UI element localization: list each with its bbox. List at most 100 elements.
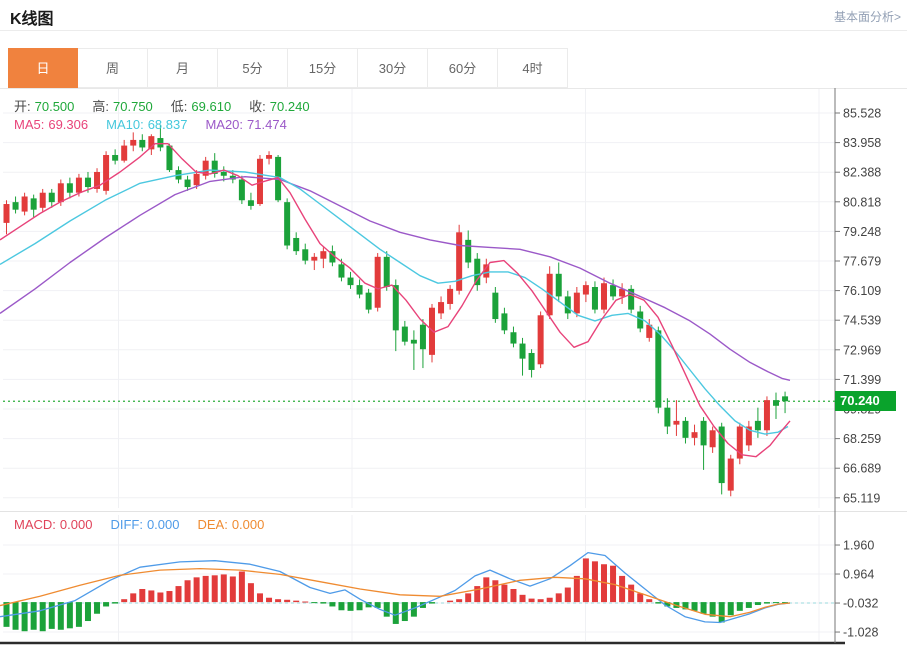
macd-bar xyxy=(483,577,489,602)
axis-tick-label: 66.689 xyxy=(843,462,881,476)
macd-bar xyxy=(266,598,272,602)
macd-bar xyxy=(185,580,191,602)
candle-body xyxy=(103,155,109,191)
macd-legend: MACD:0.000DIFF:0.000DEA:0.000 xyxy=(14,517,282,532)
candle-body xyxy=(375,257,381,308)
candle-body xyxy=(402,327,408,342)
macd-bar xyxy=(76,602,82,627)
macd-bar xyxy=(22,602,28,631)
legend-item: MACD:0.000 xyxy=(14,517,96,532)
macd-bar xyxy=(501,585,507,602)
macd-bar xyxy=(40,602,46,631)
macd-bar xyxy=(646,599,652,602)
macd-bar xyxy=(94,602,100,614)
candle-body xyxy=(130,140,136,146)
candle-body xyxy=(239,180,245,201)
macd-bar xyxy=(58,602,64,630)
macd-bar xyxy=(384,602,390,617)
axis-tick-label: -0.032 xyxy=(843,597,878,611)
axis-tick-label: 83.958 xyxy=(843,136,881,150)
candle-body xyxy=(293,238,299,251)
macd-bar xyxy=(130,593,136,602)
macd-bar xyxy=(257,593,263,602)
candle-body xyxy=(112,155,118,161)
macd-bar xyxy=(139,589,145,602)
macd-bar xyxy=(728,602,734,615)
candle-body xyxy=(85,178,91,187)
axis-tick-label: 1.960 xyxy=(843,539,874,553)
candle-body xyxy=(501,313,507,330)
legend-item: 低:69.610 xyxy=(171,99,235,114)
candle-body xyxy=(311,257,317,261)
macd-bar xyxy=(329,602,335,606)
candle-body xyxy=(58,183,64,202)
candle-body xyxy=(601,283,607,309)
candle-body xyxy=(420,325,426,350)
macd-bar xyxy=(447,601,453,602)
macd-bar xyxy=(538,599,544,602)
candle-body xyxy=(266,155,272,159)
macd-bar xyxy=(547,598,553,602)
candle-body xyxy=(682,421,688,438)
macd-bar xyxy=(719,602,725,622)
axis-tick-label: -1.028 xyxy=(843,626,878,640)
axis-tick-label: 79.248 xyxy=(843,225,881,239)
ohlc-legend: 开:70.500高:70.750低:69.610收:70.240 xyxy=(14,96,328,115)
candle-body xyxy=(357,285,363,294)
candle-body xyxy=(456,232,462,290)
candle-body xyxy=(302,249,308,260)
legend-item: 开:70.500 xyxy=(14,99,78,114)
candle-body xyxy=(76,178,82,193)
macd-bar xyxy=(628,585,634,602)
legend-item: DEA:0.000 xyxy=(197,517,268,532)
candle-body xyxy=(139,140,145,148)
axis-tick-label: 71.399 xyxy=(843,373,881,387)
macd-bar xyxy=(239,572,245,603)
macd-bar xyxy=(203,576,209,602)
macd-bar xyxy=(293,601,299,602)
candle-body xyxy=(556,274,562,297)
axis-tick-label: 0.964 xyxy=(843,568,874,582)
macd-bar xyxy=(755,602,761,605)
macd-bar xyxy=(465,593,471,602)
candle-body xyxy=(13,202,19,210)
candle-body xyxy=(157,138,163,147)
candle-body xyxy=(782,396,788,401)
macd-bar xyxy=(764,602,770,603)
legend-item: 高:70.750 xyxy=(92,99,156,114)
macd-bar xyxy=(212,575,218,602)
candle-body xyxy=(411,340,417,344)
macd-bar xyxy=(338,602,344,610)
macd-bar xyxy=(456,599,462,602)
candle-body xyxy=(664,408,670,427)
macd-bar xyxy=(112,602,118,603)
macd-bar xyxy=(556,593,562,602)
macd-bar xyxy=(194,577,200,602)
macd-bar xyxy=(429,602,435,603)
candle-body xyxy=(284,202,290,245)
macd-bar xyxy=(737,602,743,611)
candle-body xyxy=(728,459,734,491)
legend-item: MA20:71.474 xyxy=(205,117,290,132)
ma-legend: MA5:69.306MA10:68.837MA20:71.474 xyxy=(14,117,305,132)
candle-body xyxy=(574,293,580,314)
last-price-tag: 70.240 xyxy=(835,391,896,411)
macd-bar xyxy=(746,602,752,608)
candle-body xyxy=(710,430,716,447)
axis-tick-label: 85.528 xyxy=(843,107,881,121)
candle-body xyxy=(510,332,516,343)
macd-bar xyxy=(510,589,516,602)
axis-tick-label: 65.119 xyxy=(843,491,880,505)
macd-bar xyxy=(85,602,91,621)
axis-tick-label: 82.388 xyxy=(843,166,881,180)
candle-body xyxy=(764,400,770,430)
axis-tick-label: 80.818 xyxy=(843,195,881,209)
macd-bar xyxy=(574,576,580,602)
candle-body xyxy=(592,287,598,310)
axis-tick-label: 76.109 xyxy=(843,284,881,298)
candle-body xyxy=(166,146,172,171)
candle-body xyxy=(31,198,37,209)
macd-bar xyxy=(176,586,182,602)
candle-body xyxy=(583,285,589,294)
candle-body xyxy=(185,180,191,188)
